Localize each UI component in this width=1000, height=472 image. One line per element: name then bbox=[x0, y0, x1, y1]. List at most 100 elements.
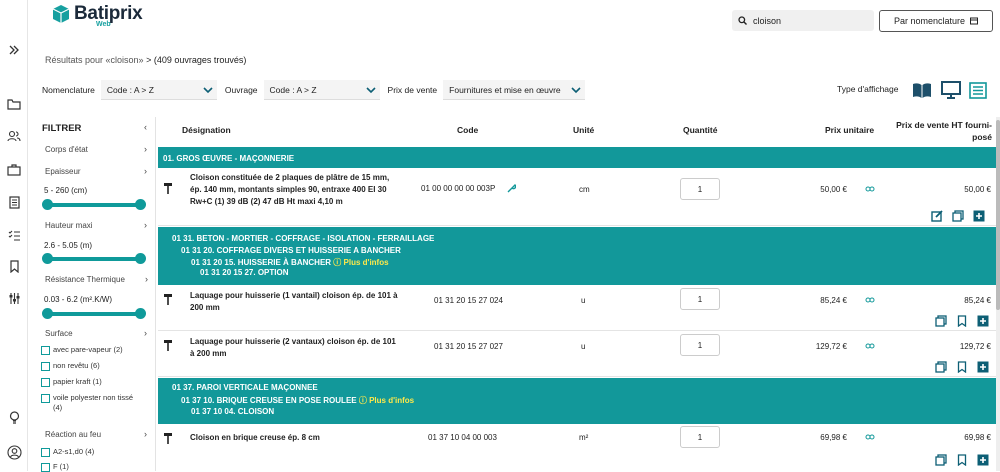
document-icon[interactable] bbox=[6, 194, 22, 210]
breakdown-icon[interactable] bbox=[865, 296, 875, 304]
chevron-right-icon[interactable]: › bbox=[144, 429, 147, 439]
col-prix-unitaire[interactable]: Prix unitaire bbox=[825, 125, 874, 135]
col-unite[interactable]: Unité bbox=[573, 125, 594, 135]
results-query[interactable]: Résultats pour «cloison» bbox=[45, 55, 144, 65]
section-band[interactable]: 01. GROS ŒUVRE - MAÇONNERIE bbox=[158, 147, 996, 168]
subsection-title: 01 37 10 04. CLOISON bbox=[191, 407, 275, 416]
list-view-icon[interactable] bbox=[968, 80, 988, 100]
surface-option[interactable]: avec pare-vapeur (2) bbox=[41, 345, 123, 355]
expand-icon[interactable] bbox=[6, 42, 22, 58]
slider-min-handle[interactable] bbox=[42, 308, 53, 319]
chevron-right-icon[interactable]: › bbox=[144, 328, 147, 338]
chevron-right-icon[interactable]: › bbox=[144, 220, 147, 230]
table-row[interactable]: Laquage pour huisserie (1 vantail) clois… bbox=[158, 285, 996, 331]
checklist-icon[interactable] bbox=[6, 228, 22, 244]
bookmark-icon[interactable] bbox=[956, 315, 968, 327]
add-icon[interactable] bbox=[977, 454, 989, 466]
bookmark-icon[interactable] bbox=[956, 454, 968, 466]
row-code: 01 00 00 00 00 003P bbox=[421, 184, 496, 193]
col-prix-vente[interactable]: Prix de vente HT fourni-posé bbox=[892, 119, 992, 143]
app-logo[interactable]: Batiprix Web bbox=[52, 4, 143, 38]
quantity-input[interactable]: 1 bbox=[680, 334, 720, 356]
row-sale-price: 69,98 € bbox=[964, 433, 991, 442]
nomenclature-sort-select[interactable]: Code : A > Z bbox=[100, 80, 217, 100]
chevron-right-icon[interactable]: › bbox=[144, 144, 147, 154]
add-icon[interactable] bbox=[977, 315, 989, 327]
checkbox[interactable] bbox=[41, 394, 50, 403]
resistance-thermique-filter[interactable]: Résistance Thermique bbox=[45, 275, 125, 284]
nomenclature-button[interactable]: Par nomenclature bbox=[879, 10, 993, 32]
slider-max-handle[interactable] bbox=[135, 308, 146, 319]
plus-infos-link[interactable]: Plus d'infos bbox=[369, 396, 414, 405]
chevron-right-icon[interactable]: › bbox=[144, 166, 147, 176]
users-icon[interactable] bbox=[6, 128, 22, 144]
copy-icon[interactable] bbox=[935, 315, 947, 327]
info-icon[interactable]: ⓘ bbox=[333, 258, 341, 267]
corps-etat-filter[interactable]: Corps d'état bbox=[45, 145, 88, 154]
checkbox[interactable] bbox=[41, 448, 50, 457]
sliders-icon[interactable] bbox=[6, 290, 22, 306]
surface-option[interactable]: non revêtu (6) bbox=[41, 361, 100, 371]
edit-icon[interactable] bbox=[931, 210, 943, 222]
breakdown-icon[interactable] bbox=[865, 185, 875, 193]
surface-option[interactable]: voile polyester non tissé (4) bbox=[41, 393, 136, 413]
table-row[interactable]: Laquage pour huisserie (2 vantaux) clois… bbox=[158, 331, 996, 377]
search-box[interactable] bbox=[732, 10, 874, 31]
book-view-icon[interactable] bbox=[912, 80, 932, 100]
folder-icon[interactable] bbox=[6, 96, 22, 112]
resistance-slider[interactable] bbox=[42, 308, 146, 319]
slider-min-handle[interactable] bbox=[42, 253, 53, 264]
section-band[interactable]: 01 31. BETON - MORTIER - COFFRAGE - ISOL… bbox=[158, 227, 996, 285]
subsection-title: 01 31 20. COFFRAGE DIVERS ET HUISSERIE A… bbox=[181, 246, 401, 255]
checkbox[interactable] bbox=[41, 346, 50, 355]
epaisseur-filter[interactable]: Epaisseur bbox=[45, 167, 81, 176]
quantity-input[interactable]: 1 bbox=[680, 288, 720, 310]
ouvrage-sort-select[interactable]: Code : A > Z bbox=[263, 80, 380, 100]
row-designation: Laquage pour huisserie (2 vantaux) clois… bbox=[190, 337, 396, 358]
collapse-filter-icon[interactable]: ‹ bbox=[144, 122, 147, 132]
surface-option[interactable]: papier kraft (1) bbox=[41, 377, 102, 387]
bookmark-icon[interactable] bbox=[956, 361, 968, 373]
slider-max-handle[interactable] bbox=[135, 253, 146, 264]
prix-de-vente-select[interactable]: Fournitures et mise en œuvre bbox=[443, 80, 586, 100]
breakdown-icon[interactable] bbox=[865, 342, 875, 350]
account-icon[interactable] bbox=[6, 444, 22, 460]
chevron-right-icon[interactable]: › bbox=[145, 274, 148, 284]
lightbulb-icon[interactable] bbox=[6, 410, 22, 426]
plus-infos-link[interactable]: Plus d'infos bbox=[344, 258, 389, 267]
quantity-input[interactable]: 1 bbox=[680, 178, 720, 200]
window-icon bbox=[970, 17, 979, 25]
copy-icon[interactable] bbox=[935, 454, 947, 466]
wrench-icon[interactable] bbox=[507, 184, 516, 193]
add-icon[interactable] bbox=[973, 210, 985, 222]
slider-min-handle[interactable] bbox=[42, 199, 53, 210]
table-row[interactable]: Cloison en brique creuse ép. 8 cm 01 37 … bbox=[158, 424, 996, 471]
checkbox[interactable] bbox=[41, 362, 50, 371]
table-row[interactable]: Cloison constituée de 2 plaques de plâtr… bbox=[158, 168, 996, 226]
search-input[interactable] bbox=[753, 15, 863, 26]
bookmark-icon[interactable] bbox=[6, 258, 22, 274]
col-designation[interactable]: Désignation bbox=[182, 125, 231, 135]
copy-icon[interactable] bbox=[952, 210, 964, 222]
reaction-option[interactable]: A2-s1,d0 (4) bbox=[41, 447, 94, 457]
info-icon[interactable]: ⓘ bbox=[359, 396, 367, 405]
quantity-input[interactable]: 1 bbox=[680, 426, 720, 448]
copy-icon[interactable] bbox=[935, 361, 947, 373]
sort-filter-bar: Nomenclature Code : A > Z Ouvrage Code :… bbox=[42, 80, 593, 100]
col-code[interactable]: Code bbox=[457, 125, 478, 135]
reaction-feu-filter[interactable]: Réaction au feu bbox=[45, 430, 101, 439]
checkbox[interactable] bbox=[41, 378, 50, 387]
prix-de-vente-value: Fournitures et mise en œuvre bbox=[449, 84, 561, 95]
monitor-view-icon[interactable] bbox=[941, 80, 961, 100]
col-quantite[interactable]: Quantité bbox=[683, 125, 717, 135]
epaisseur-slider[interactable] bbox=[42, 199, 146, 210]
hauteur-slider[interactable] bbox=[42, 253, 146, 264]
add-icon[interactable] bbox=[977, 361, 989, 373]
hauteur-maxi-filter[interactable]: Hauteur maxi bbox=[45, 221, 93, 230]
section-band[interactable]: 01 37. PAROI VERTICALE MAÇONNEE 01 37 10… bbox=[158, 378, 996, 424]
scrollbar-thumb[interactable] bbox=[996, 120, 1000, 310]
breakdown-icon[interactable] bbox=[865, 433, 875, 441]
slider-max-handle[interactable] bbox=[135, 199, 146, 210]
surface-filter[interactable]: Surface bbox=[45, 329, 73, 338]
briefcase-icon[interactable] bbox=[6, 162, 22, 178]
